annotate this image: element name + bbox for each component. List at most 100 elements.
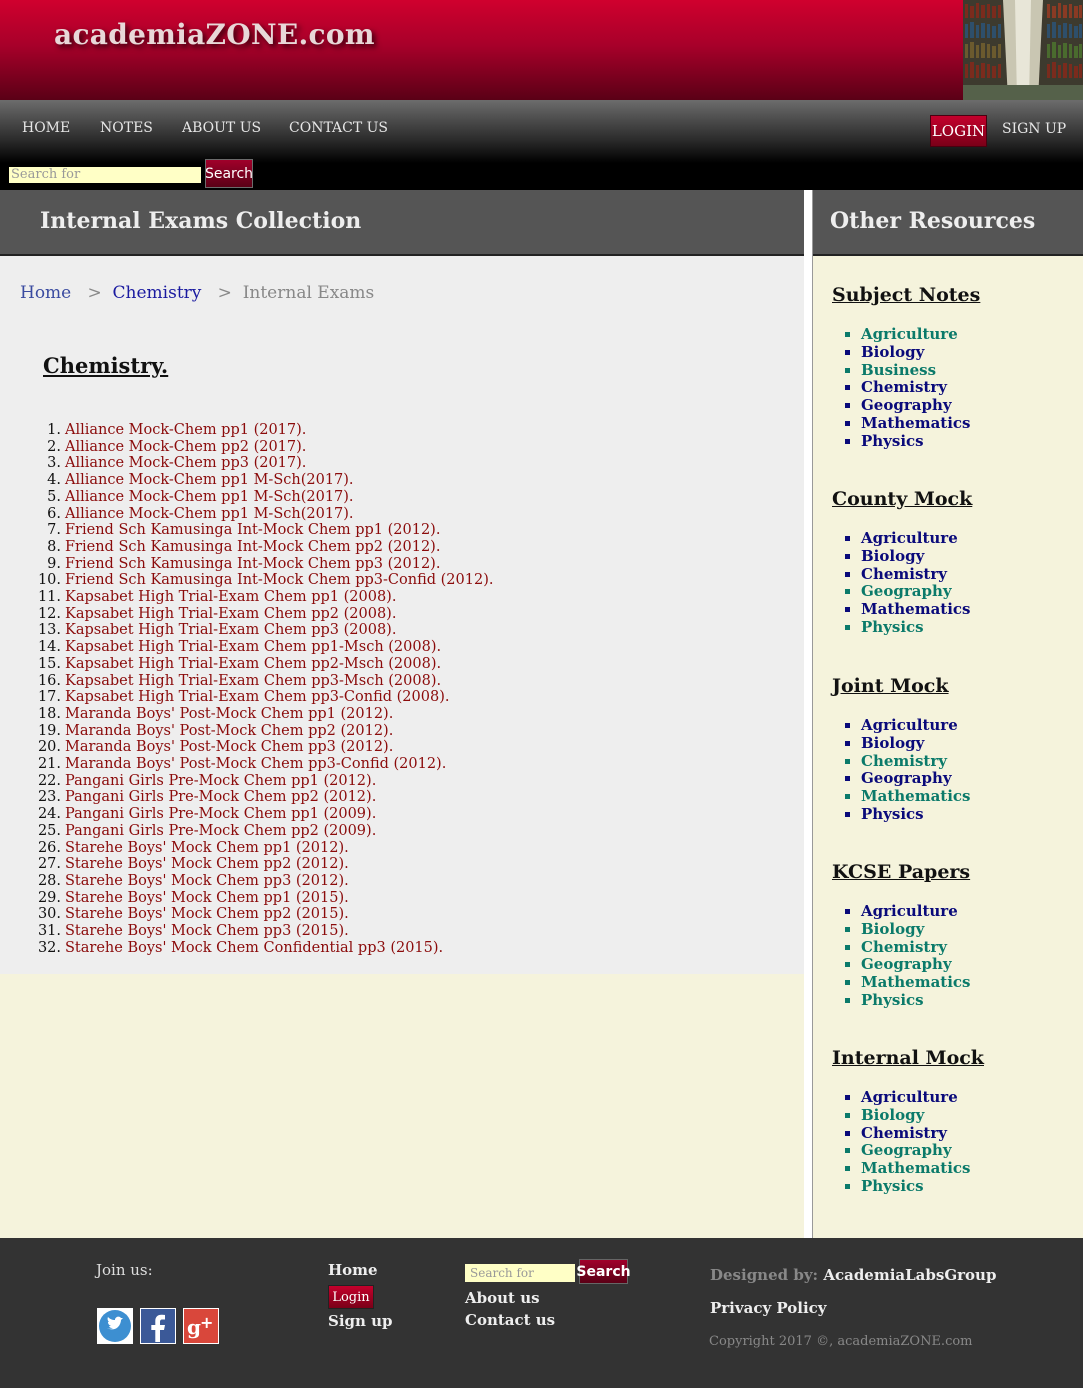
- sidebar-subject-link[interactable]: Biology: [861, 734, 1072, 753]
- exam-link[interactable]: Kapsabet High Trial-Exam Chem pp1-Msch (…: [38, 639, 493, 656]
- sidebar-subject-link[interactable]: Agriculture: [861, 716, 1072, 735]
- sidebar-subject-link[interactable]: Business: [861, 361, 1072, 380]
- nav-about-us[interactable]: ABOUT US: [182, 120, 261, 136]
- exam-link[interactable]: Alliance Mock-Chem pp1 M-Sch(2017).: [47, 489, 493, 506]
- sidebar-subject-link[interactable]: Mathematics: [861, 1159, 1072, 1178]
- footer-signup-link[interactable]: Sign up: [328, 1312, 393, 1330]
- sidebar-section-title: KCSE Papers: [832, 861, 971, 883]
- footer-search-input[interactable]: Search for: [465, 1264, 575, 1282]
- exam-link[interactable]: Starehe Boys' Mock Chem pp3 (2012).: [38, 873, 493, 890]
- sidebar-subject-link[interactable]: Mathematics: [861, 600, 1072, 619]
- exam-list: Alliance Mock-Chem pp1 (2017). Alliance M…: [38, 422, 494, 957]
- login-button[interactable]: LOGIN: [930, 115, 987, 147]
- exam-link[interactable]: Alliance Mock-Chem pp1 M-Sch(2017).: [47, 472, 493, 489]
- sidebar-subject-link[interactable]: Mathematics: [861, 973, 1072, 992]
- exam-link[interactable]: Friend Sch Kamusinga Int-Mock Chem pp1 (…: [47, 522, 493, 539]
- exam-link[interactable]: Maranda Boys' Post-Mock Chem pp3 (2012).: [38, 739, 493, 756]
- search-input[interactable]: Search for: [9, 167, 201, 183]
- exam-link[interactable]: Kapsabet High Trial-Exam Chem pp3-Msch (…: [38, 673, 493, 690]
- footer-search-button[interactable]: Search: [576, 1259, 631, 1284]
- svg-text:+: +: [200, 1313, 213, 1332]
- exam-link[interactable]: Alliance Mock-Chem pp1 (2017).: [47, 422, 493, 439]
- sidebar-subject-link[interactable]: Mathematics: [861, 414, 1072, 433]
- sidebar-subject-link[interactable]: Geography: [861, 396, 1072, 415]
- sidebar-subject-link[interactable]: Agriculture: [861, 1088, 1072, 1107]
- exam-link[interactable]: Starehe Boys' Mock Chem pp1 (2012).: [38, 840, 493, 857]
- nav-contact-us[interactable]: CONTACT US: [289, 120, 388, 136]
- sidebar-subject-link[interactable]: Physics: [861, 805, 1072, 824]
- main-nav: HOME NOTES ABOUT US CONTACT US LOGIN SIG…: [0, 100, 1083, 190]
- join-us-label: Join us:: [96, 1261, 153, 1279]
- exam-link[interactable]: Starehe Boys' Mock Chem Confidential pp3…: [38, 940, 493, 957]
- sidebar-subject-link[interactable]: Geography: [861, 1142, 1072, 1160]
- sidebar-subject-link[interactable]: Geography: [861, 583, 1072, 601]
- sidebar-subject-link[interactable]: Agriculture: [861, 902, 1072, 921]
- sidebar-subject-link[interactable]: Geography: [861, 956, 1072, 974]
- breadcrumb-current: Internal Exams: [242, 283, 375, 303]
- privacy-policy-link[interactable]: Privacy Policy: [710, 1299, 827, 1317]
- sidebar-subject-link[interactable]: Chemistry: [861, 565, 1072, 584]
- exam-link[interactable]: Friend Sch Kamusinga Int-Mock Chem pp2 (…: [47, 539, 493, 556]
- breadcrumb-chemistry[interactable]: Chemistry: [113, 283, 202, 303]
- exam-link[interactable]: Maranda Boys' Post-Mock Chem pp3-Confid …: [38, 756, 493, 773]
- signup-link[interactable]: SIGN UP: [1002, 121, 1066, 137]
- sidebar-subject-link[interactable]: Physics: [861, 991, 1072, 1010]
- exam-link[interactable]: Kapsabet High Trial-Exam Chem pp3 (2008)…: [38, 622, 493, 639]
- designer-name[interactable]: AcademiaLabsGroup: [823, 1266, 996, 1284]
- sidebar-section: KCSE Papers AgricultureBiologyChemistryGe…: [832, 861, 1072, 1010]
- sidebar-subject-link[interactable]: Physics: [861, 618, 1072, 637]
- sidebar-subject-link[interactable]: Chemistry: [861, 938, 1072, 957]
- twitter-icon[interactable]: [97, 1308, 133, 1344]
- exam-link[interactable]: Starehe Boys' Mock Chem pp2 (2015).: [38, 906, 493, 923]
- footer-contact-link[interactable]: Contact us: [465, 1311, 555, 1329]
- exam-link[interactable]: Alliance Mock-Chem pp3 (2017).: [47, 455, 493, 472]
- google-plus-icon[interactable]: g +: [183, 1308, 219, 1344]
- sidebar-subject-link[interactable]: Chemistry: [861, 1124, 1072, 1143]
- sidebar-subject-link[interactable]: Physics: [861, 1177, 1072, 1196]
- exam-link[interactable]: Friend Sch Kamusinga Int-Mock Chem pp3 (…: [47, 556, 493, 573]
- designed-by-label: Designed by:: [710, 1266, 819, 1284]
- sidebar-subject-link[interactable]: Physics: [861, 432, 1072, 451]
- sidebar-subject-link[interactable]: Chemistry: [861, 379, 1072, 397]
- exam-link[interactable]: Maranda Boys' Post-Mock Chem pp2 (2012).: [38, 723, 493, 740]
- sidebar-heading-bar: Other Resources: [813, 190, 1083, 256]
- main-heading-bar: Internal Exams Collection: [0, 190, 804, 256]
- exam-link[interactable]: Kapsabet High Trial-Exam Chem pp3-Confid…: [38, 689, 493, 706]
- sidebar-subject-link[interactable]: Biology: [861, 920, 1072, 939]
- nav-notes[interactable]: NOTES: [100, 120, 153, 136]
- sidebar-section-title: Subject Notes: [832, 284, 981, 306]
- sidebar-subject-link[interactable]: Geography: [861, 770, 1072, 788]
- sidebar-section-title: Internal Mock: [832, 1047, 984, 1069]
- exam-link[interactable]: Alliance Mock-Chem pp2 (2017).: [47, 439, 493, 456]
- exam-link[interactable]: Alliance Mock-Chem pp1 M-Sch(2017).: [47, 506, 493, 523]
- breadcrumb-home[interactable]: Home: [20, 283, 71, 303]
- exam-link[interactable]: Kapsabet High Trial-Exam Chem pp2 (2008)…: [38, 606, 493, 623]
- footer-login-button[interactable]: Login: [328, 1285, 374, 1309]
- footer-about-link[interactable]: About us: [465, 1289, 540, 1307]
- sidebar-subject-link[interactable]: Biology: [861, 547, 1072, 566]
- search-button[interactable]: Search: [205, 159, 253, 188]
- exam-link[interactable]: Starehe Boys' Mock Chem pp3 (2015).: [38, 923, 493, 940]
- site-logo[interactable]: academiaZONE.com: [54, 18, 375, 51]
- exam-link[interactable]: Kapsabet High Trial-Exam Chem pp1 (2008)…: [38, 589, 493, 606]
- breadcrumb-separator: >: [87, 283, 102, 303]
- exam-link[interactable]: Starehe Boys' Mock Chem pp2 (2012).: [38, 856, 493, 873]
- exam-link[interactable]: Starehe Boys' Mock Chem pp1 (2015).: [38, 890, 493, 907]
- facebook-icon[interactable]: [140, 1308, 176, 1344]
- sidebar-link-list: AgricultureBiologyBusinessChemistryGeogr…: [832, 325, 1072, 451]
- exam-link[interactable]: Pangani Girls Pre-Mock Chem pp1 (2009).: [38, 806, 493, 823]
- sidebar-subject-link[interactable]: Agriculture: [861, 325, 1072, 344]
- nav-home[interactable]: HOME: [22, 120, 70, 136]
- exam-link[interactable]: Kapsabet High Trial-Exam Chem pp2-Msch (…: [38, 656, 493, 673]
- footer-home-link[interactable]: Home: [328, 1261, 378, 1279]
- sidebar-subject-link[interactable]: Biology: [861, 343, 1072, 362]
- exam-link[interactable]: Maranda Boys' Post-Mock Chem pp1 (2012).: [38, 706, 493, 723]
- sidebar-subject-link[interactable]: Mathematics: [861, 787, 1072, 806]
- exam-link[interactable]: Pangani Girls Pre-Mock Chem pp2 (2012).: [38, 789, 493, 806]
- sidebar-subject-link[interactable]: Chemistry: [861, 752, 1072, 771]
- exam-link[interactable]: Pangani Girls Pre-Mock Chem pp1 (2012).: [38, 773, 493, 790]
- sidebar-subject-link[interactable]: Biology: [861, 1106, 1072, 1125]
- exam-link[interactable]: Friend Sch Kamusinga Int-Mock Chem pp3-C…: [38, 572, 494, 589]
- exam-link[interactable]: Pangani Girls Pre-Mock Chem pp2 (2009).: [38, 823, 493, 840]
- sidebar-subject-link[interactable]: Agriculture: [861, 529, 1072, 548]
